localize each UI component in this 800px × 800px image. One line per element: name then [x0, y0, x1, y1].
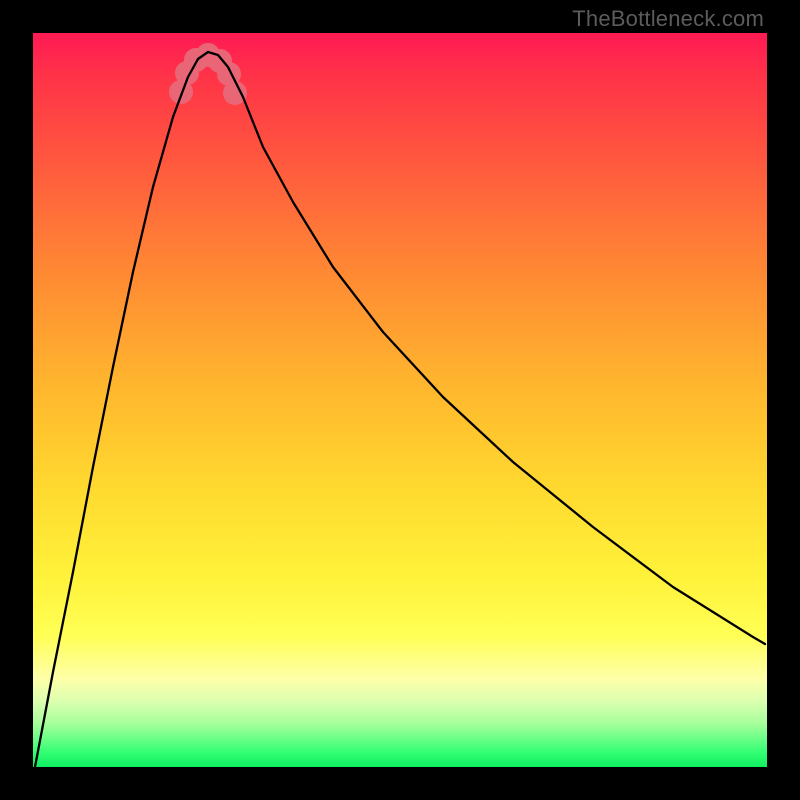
chart-plot-area	[33, 33, 767, 767]
bottleneck-curve	[33, 33, 767, 767]
watermark-text: TheBottleneck.com	[572, 6, 764, 32]
